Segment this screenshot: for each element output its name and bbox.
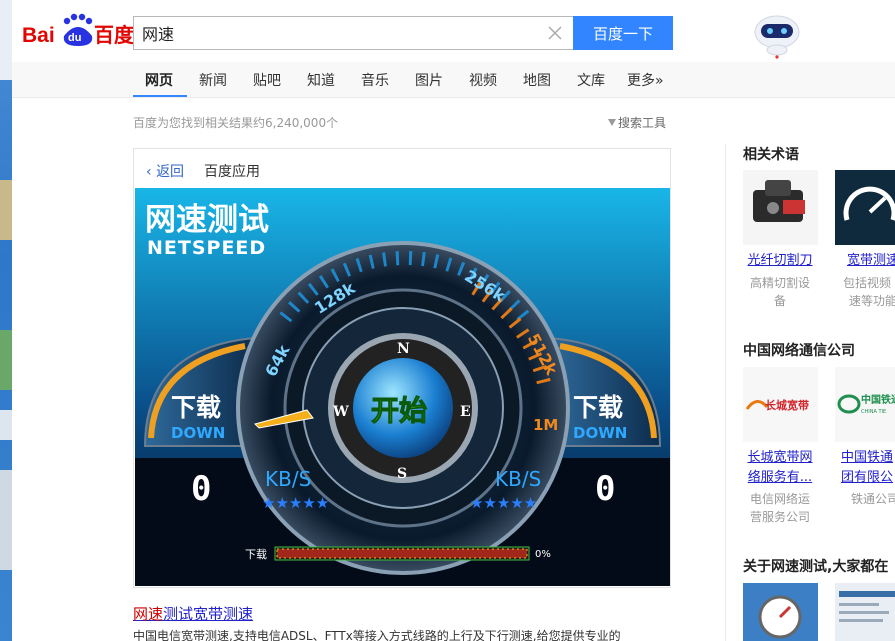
sidebar-sub-speedtest-1: 包括视频 <box>843 276 892 290</box>
stopwatch-icon <box>758 595 802 639</box>
progress-label: 下载 <box>245 548 267 561</box>
search-input[interactable] <box>134 17 534 49</box>
svg-text:Bai: Bai <box>22 24 55 47</box>
sidebar-sub-speedtest-2: 速等功能 <box>849 294 895 308</box>
svg-text:中国铁通: 中国铁通 <box>861 393 895 406</box>
search-tools-button[interactable]: 搜索工具 <box>608 114 666 131</box>
filter-icon <box>608 119 616 126</box>
right-unit: KB/S <box>495 467 541 491</box>
nav-tabs: 网页 新闻 贴吧 知道 音乐 图片 视频 地图 文库 更多» <box>12 62 895 98</box>
svg-text:长城宽带: 长城宽带 <box>765 398 809 412</box>
app-card-header: ‹ 返回 百度应用 <box>134 149 670 189</box>
left-stars: ★★★★★ <box>262 494 329 512</box>
left-unit: KB/S <box>265 467 311 491</box>
great-wall-broadband-logo: 长城宽带 <box>745 398 809 412</box>
tab-more[interactable]: 更多» <box>627 70 664 90</box>
baidu-app-card: ‹ 返回 百度应用 64k 128k 256k 512k 1M N S E W … <box>133 148 671 588</box>
right-download-label: 下载 <box>573 393 623 422</box>
svg-text:百度: 百度 <box>94 23 134 47</box>
sidebar-sub-tietong-1: 铁通公司 <box>851 492 895 506</box>
progress-percent: 0% <box>535 549 551 560</box>
related-thumbnail-2[interactable] <box>835 583 895 641</box>
tab-video[interactable]: 视频 <box>469 70 497 90</box>
start-button[interactable]: 开始 <box>371 394 428 428</box>
back-link[interactable]: ‹ 返回 <box>146 161 184 181</box>
sidebar-link-tietong-1[interactable]: 中国铁通 <box>835 448 895 468</box>
result-title-rest: 测试宽带测速 <box>163 605 254 623</box>
svg-text:du: du <box>68 32 81 44</box>
sidebar-link-tietong-2[interactable]: 团有限公 <box>835 468 895 488</box>
tab-wenku[interactable]: 文库 <box>577 70 605 90</box>
search-tools-label: 搜索工具 <box>618 116 667 130</box>
sidebar-link-speedtest[interactable]: 宽带测速 <box>835 251 895 271</box>
sidebar-section-terms-title: 相关术语 <box>743 147 799 163</box>
sidebar-sub-great-wall-2: 营服务公司 <box>749 510 810 524</box>
widget-title-cn: 网速测试 <box>145 202 269 238</box>
svg-text:CHINA TIE: CHINA TIE <box>861 409 886 415</box>
left-download-label: 下载 <box>171 393 221 422</box>
tab-news[interactable]: 新闻 <box>199 70 227 90</box>
fiber-cleaver-icon <box>753 180 805 222</box>
netspeed-widget: 64k 128k 256k 512k 1M N S E W 开始 网速测试 NE… <box>135 188 670 586</box>
tab-web[interactable]: 网页 <box>145 70 173 90</box>
result-description: 中国电信宽带测速,支持电信ADSL、FTTx等接入方式线路的上行及下行测速,给您… <box>133 629 621 641</box>
tab-map[interactable]: 地图 <box>523 70 551 90</box>
sidebar-divider <box>725 144 726 641</box>
tab-images[interactable]: 图片 <box>415 70 443 90</box>
left-speed-value: 0 <box>191 469 211 509</box>
tab-tieba[interactable]: 贴吧 <box>253 70 281 90</box>
speedometer-icon <box>843 186 895 221</box>
china-tietong-thumbnail[interactable]: 中国铁通 CHINA TIE <box>835 367 895 442</box>
back-label: 返回 <box>156 164 185 180</box>
result-title-link[interactable]: 网速测试宽带测速 <box>133 603 253 624</box>
active-tab-indicator <box>133 95 187 97</box>
tab-zhidao[interactable]: 知道 <box>307 70 335 90</box>
desktop-edge <box>0 0 12 641</box>
right-down-label: DOWN <box>573 424 627 442</box>
speedtest-thumbnail[interactable] <box>835 170 895 245</box>
search-box <box>133 16 573 50</box>
related-thumbnail-1[interactable] <box>743 583 818 641</box>
great-wall-broadband-thumbnail[interactable]: 长城宽带 <box>743 367 818 442</box>
header: Bai du 百度 百度一下 <box>12 0 895 62</box>
widget-title-en: NETSPEED <box>147 237 266 259</box>
sidebar-sub-great-wall-1: 电信网络运 <box>749 492 810 506</box>
robot-mascot-icon[interactable] <box>752 10 802 60</box>
sidebar-section-related-title: 关于网速测试,大家都在 <box>743 559 889 575</box>
baidu-logo[interactable]: Bai du 百度 <box>22 12 134 50</box>
result-count: 百度为您找到相关结果约6,240,000个 <box>133 116 339 130</box>
dial-label-1m: 1M <box>533 416 558 434</box>
result-title-highlight: 网速 <box>133 605 164 623</box>
fiber-cleaver-thumbnail[interactable] <box>743 170 818 245</box>
sidebar-link-great-wall-2[interactable]: 络服务有... <box>740 468 820 488</box>
left-down-label: DOWN <box>171 424 225 442</box>
sidebar-sub-fiber-cleaver-2: 备 <box>773 294 786 308</box>
right-speed-value: 0 <box>595 469 615 509</box>
compass-n: N <box>397 341 410 357</box>
search-button[interactable]: 百度一下 <box>573 16 673 50</box>
app-card-title: 百度应用 <box>204 164 260 180</box>
compass-s: S <box>397 466 407 482</box>
webpage-preview-icon <box>839 591 895 622</box>
sidebar-section-companies-title: 中国网络通信公司 <box>743 343 855 359</box>
sidebar-sub-fiber-cleaver-1: 高精切割设 <box>749 276 810 290</box>
compass-e: E <box>460 404 471 420</box>
clear-icon[interactable] <box>547 25 563 41</box>
china-tietong-logo: 中国铁通 CHINA TIE <box>837 393 895 415</box>
compass-w: W <box>332 404 349 420</box>
sidebar-link-great-wall-1[interactable]: 长城宽带网 <box>740 448 820 468</box>
sidebar-link-fiber-cleaver[interactable]: 光纤切割刀 <box>740 251 820 271</box>
tab-music[interactable]: 音乐 <box>361 70 389 90</box>
right-stars: ★★★★★ <box>470 494 537 512</box>
